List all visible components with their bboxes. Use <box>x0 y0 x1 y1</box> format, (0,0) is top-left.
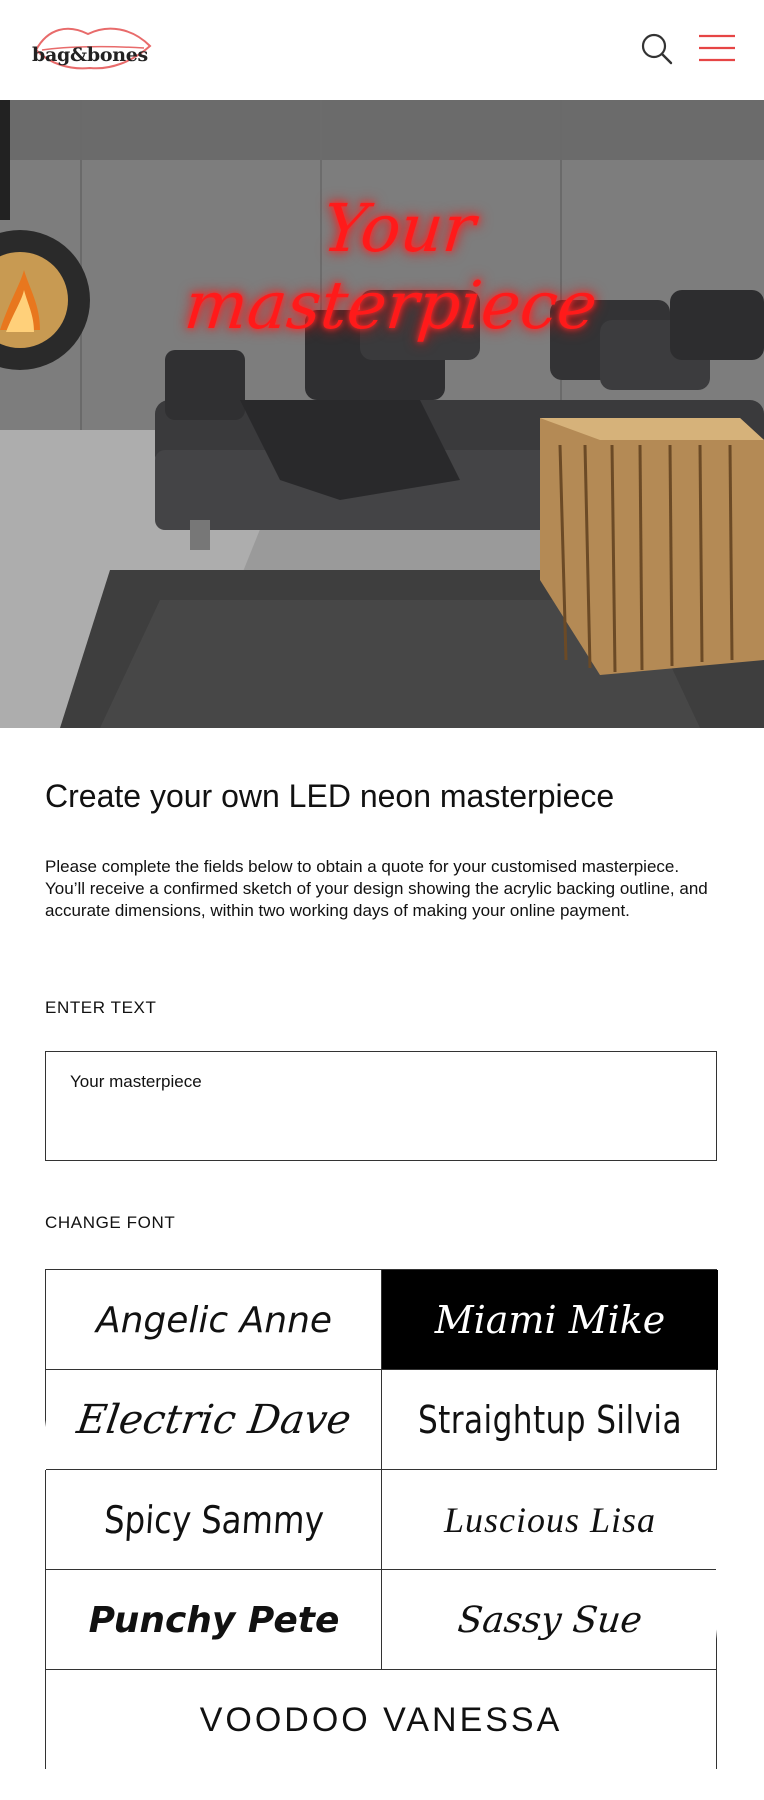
grid-divider <box>381 1270 382 1670</box>
hero-image: Your masterpiece <box>0 100 764 728</box>
font-option-miami-mike[interactable]: Miami Mike <box>382 1270 718 1370</box>
font-selector-grid: Angelic Anne Miami Mike Electric Dave St… <box>38 1269 724 1770</box>
menu-button[interactable] <box>698 34 736 62</box>
enter-text-label: ENTER TEXT <box>45 998 157 1017</box>
font-option-luscious-lisa[interactable]: Luscious Lisa <box>382 1470 718 1570</box>
font-option-punchy-pete[interactable]: Punchy Pete <box>46 1570 382 1670</box>
font-option-spicy-sammy[interactable]: Spicy Sammy <box>68 1470 360 1570</box>
neon-sign-preview: Your masterpiece <box>181 190 601 344</box>
font-option-electric-dave[interactable]: Electric Dave <box>38 1370 390 1470</box>
intro-paragraph: Please complete the fields below to obta… <box>45 857 708 920</box>
font-option-angelic-anne[interactable]: Angelic Anne <box>46 1270 382 1370</box>
grid-divider <box>46 1569 716 1570</box>
page-title: Create your own LED neon masterpiece <box>45 778 615 814</box>
font-option-voodoo-vanessa[interactable]: VOODOO VANESSA <box>46 1670 716 1770</box>
brand-logo[interactable]: bag&bones <box>28 22 156 76</box>
grid-divider <box>46 1369 716 1370</box>
font-option-sassy-sue[interactable]: Sassy Sue <box>376 1570 724 1670</box>
font-option-straightup-silvia[interactable]: Straightup Silvia <box>412 1370 688 1470</box>
search-button[interactable] <box>640 32 674 66</box>
logo-text: bag&bones <box>32 44 148 66</box>
neon-text-input[interactable]: Your masterpiece <box>45 1051 717 1161</box>
change-font-label: CHANGE FONT <box>45 1213 176 1232</box>
hamburger-menu-icon <box>699 34 735 62</box>
search-icon <box>641 33 673 65</box>
site-header: bag&bones <box>0 0 764 101</box>
grid-divider <box>46 1669 716 1670</box>
grid-divider <box>46 1469 716 1470</box>
